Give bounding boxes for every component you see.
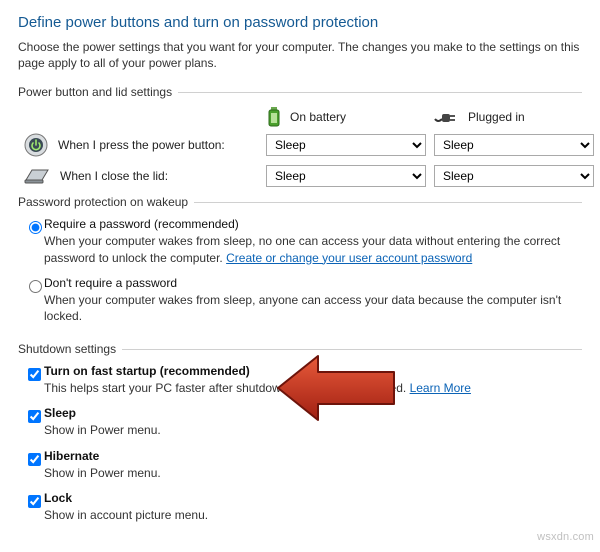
column-on-battery: On battery (266, 107, 426, 127)
close-lid-plugged-select[interactable]: Sleep (434, 165, 594, 187)
power-button-icon (24, 133, 48, 157)
hibernate-sub: Show in Power menu. (44, 465, 582, 481)
close-lid-battery-select[interactable]: Sleep (266, 165, 426, 187)
page-title: Define power buttons and turn on passwor… (18, 14, 582, 31)
page-description: Choose the power settings that you want … (18, 39, 582, 71)
sleep-checkbox[interactable] (28, 410, 41, 423)
battery-icon (266, 107, 282, 127)
fast-startup-subtext: This helps start your PC faster after sh… (44, 381, 410, 395)
change-password-link[interactable]: Create or change your user account passw… (226, 251, 472, 265)
fast-startup-sub: This helps start your PC faster after sh… (44, 380, 582, 396)
fast-startup-label: Turn on fast startup (recommended) (44, 364, 250, 378)
watermark: wsxdn.com (537, 531, 594, 543)
sleep-sub: Show in Power menu. (44, 422, 582, 438)
lock-label: Lock (44, 491, 72, 505)
learn-more-link[interactable]: Learn More (410, 381, 471, 395)
plug-icon (434, 109, 460, 125)
dont-require-password-sub: When your computer wakes from sleep, any… (44, 292, 582, 324)
divider (178, 92, 582, 93)
divider (122, 349, 582, 350)
dont-require-password-radio[interactable] (29, 280, 42, 293)
section-power-lid-label: Power button and lid settings (18, 85, 172, 99)
section-password-label: Password protection on wakeup (18, 195, 188, 209)
section-password: Password protection on wakeup (18, 195, 582, 209)
close-lid-icon (24, 166, 50, 186)
dont-require-password-label: Don't require a password (44, 276, 582, 290)
lock-checkbox[interactable] (28, 495, 41, 508)
hibernate-checkbox[interactable] (28, 453, 41, 466)
sleep-label: Sleep (44, 406, 76, 420)
power-button-battery-select[interactable]: Sleep (266, 134, 426, 156)
hibernate-label: Hibernate (44, 449, 99, 463)
lock-sub: Show in account picture menu. (44, 507, 582, 523)
column-on-battery-label: On battery (290, 110, 346, 124)
require-password-sub: When your computer wakes from sleep, no … (44, 233, 582, 265)
power-button-row-label: When I press the power button: (58, 138, 225, 152)
power-button-plugged-select[interactable]: Sleep (434, 134, 594, 156)
section-shutdown: Shutdown settings (18, 342, 582, 356)
require-password-radio[interactable] (29, 221, 42, 234)
divider (194, 202, 582, 203)
fast-startup-checkbox[interactable] (28, 368, 41, 381)
section-power-lid: Power button and lid settings (18, 85, 582, 99)
require-password-label: Require a password (recommended) (44, 217, 582, 231)
column-plugged-in: Plugged in (434, 107, 594, 127)
column-plugged-in-label: Plugged in (468, 110, 525, 124)
section-shutdown-label: Shutdown settings (18, 342, 116, 356)
close-lid-row-label: When I close the lid: (60, 169, 168, 183)
